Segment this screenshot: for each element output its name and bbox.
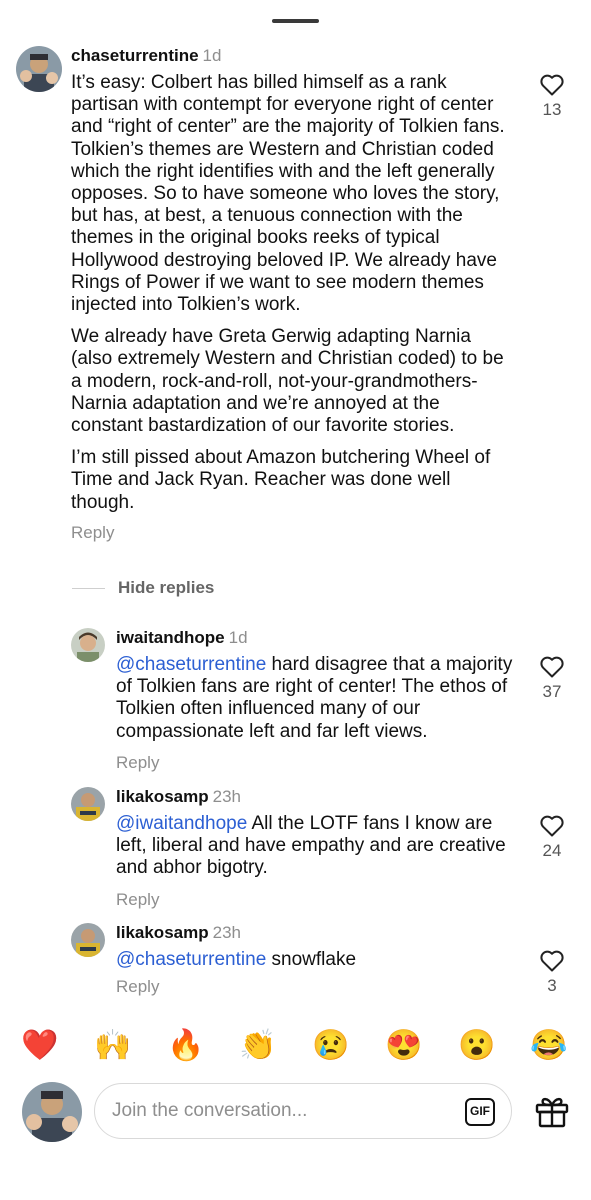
like-button[interactable]: 13 (532, 74, 572, 120)
comment-body: snowflake (266, 949, 357, 970)
comment-input[interactable]: Join the conversation... GIF (94, 1083, 512, 1139)
heart-outline-icon (540, 950, 564, 972)
comment-text: @chaseturrentine snowflake (116, 949, 516, 971)
like-button[interactable]: 24 (532, 815, 572, 861)
gift-icon[interactable] (534, 1094, 570, 1128)
reaction-raised-hands[interactable]: 🙌 (91, 1026, 135, 1066)
comment-paragraph: It’s easy: Colbert has billed himself as… (71, 72, 505, 316)
comment-paragraph: We already have Greta Gerwig adapting Na… (71, 326, 504, 437)
like-count: 24 (542, 841, 562, 860)
comment-text: @iwaitandhope All the LOTF fans I know a… (116, 813, 516, 880)
reaction-cry[interactable]: 😢 (309, 1026, 353, 1066)
reaction-surprised[interactable]: 😮 (455, 1026, 499, 1066)
comment-text: @chaseturrentine hard disagree that a ma… (116, 654, 516, 743)
comment-text: It’s easy: Colbert has billed himself as… (71, 72, 516, 514)
comment-username[interactable]: iwaitandhope (116, 628, 225, 647)
drag-handle[interactable] (272, 19, 319, 23)
avatar[interactable] (71, 787, 105, 821)
comment-time: 1d (202, 46, 222, 65)
comment-username[interactable]: likakosamp (116, 787, 209, 806)
like-button[interactable]: 37 (532, 656, 572, 702)
comments-sheet: chaseturrentine 1d It’s easy: Colbert has… (0, 0, 591, 1200)
reaction-heart-eyes[interactable]: 😍 (382, 1026, 426, 1066)
bottom-safe-area (0, 1160, 591, 1200)
comment: iwaitandhope 1d @chaseturrentine hard dis… (71, 628, 526, 773)
like-count: 3 (547, 976, 557, 995)
reaction-laugh[interactable]: 😂 (527, 1026, 571, 1066)
gif-icon[interactable]: GIF (465, 1098, 495, 1126)
comment-time: 23h (212, 923, 241, 942)
comment-input-placeholder: Join the conversation... (112, 1100, 308, 1121)
like-count: 37 (542, 682, 562, 701)
heart-outline-icon (540, 656, 564, 678)
heart-outline-icon (540, 74, 564, 96)
comment: chaseturrentine 1d It’s easy: Colbert has… (16, 46, 536, 543)
reply-button[interactable]: Reply (116, 977, 526, 997)
reaction-clap[interactable]: 👏 (236, 1026, 280, 1066)
comment-paragraph: I’m still pissed about Amazon butchering… (71, 447, 491, 513)
mention-link[interactable]: @chaseturrentine (116, 654, 266, 675)
reply-button[interactable]: Reply (71, 523, 536, 543)
like-count: 13 (542, 100, 562, 119)
reply-button[interactable]: Reply (116, 890, 526, 910)
reaction-heart[interactable]: ❤️ (18, 1026, 62, 1066)
mention-link[interactable]: @chaseturrentine (116, 949, 266, 970)
quick-reactions-bar: ❤️ 🙌 🔥 👏 😢 😍 😮 😂 (0, 1018, 591, 1074)
comment: likakosamp 23h @chaseturrentine snowflake… (71, 923, 526, 997)
reply-button[interactable]: Reply (116, 753, 526, 773)
hide-replies-label: Hide replies (118, 578, 215, 597)
comment: likakosamp 23h @iwaitandhope All the LOTF… (71, 787, 526, 910)
comment-composer: Join the conversation... GIF (0, 1080, 591, 1145)
comment-username[interactable]: chaseturrentine (71, 46, 199, 65)
avatar[interactable] (71, 628, 105, 662)
avatar[interactable] (16, 46, 62, 92)
comment-time: 1d (228, 628, 248, 647)
comment-time: 23h (212, 787, 241, 806)
comment-username[interactable]: likakosamp (116, 923, 209, 942)
mention-link[interactable]: @iwaitandhope (116, 813, 247, 834)
avatar[interactable] (71, 923, 105, 957)
divider (72, 587, 105, 589)
like-button[interactable]: 3 (532, 950, 572, 996)
hide-replies-button[interactable]: Hide replies (72, 578, 214, 598)
heart-outline-icon (540, 815, 564, 837)
reaction-fire[interactable]: 🔥 (164, 1026, 208, 1066)
avatar (22, 1082, 82, 1142)
